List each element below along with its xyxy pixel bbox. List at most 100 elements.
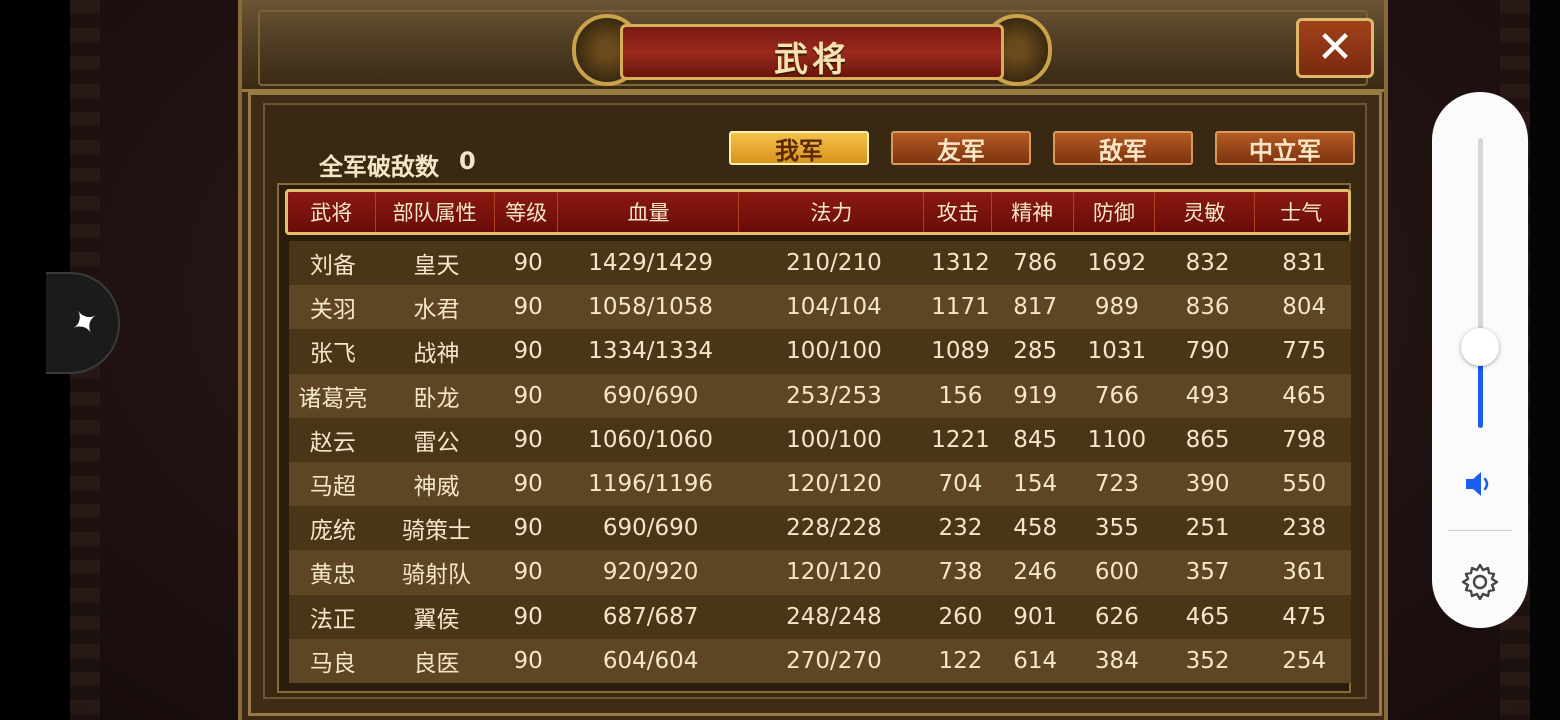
cell-morale: 465 [1282,382,1327,409]
cell-defense: 766 [1094,382,1139,409]
tab-label: 友军 [937,136,985,165]
column-header-level[interactable]: 等级 [495,192,559,232]
cell-attack: 1221 [931,426,990,453]
cell-spirit: 817 [1013,294,1058,321]
cell-morale: 775 [1282,338,1327,365]
cell-general: 法正 [309,606,356,633]
cell-attack: 122 [938,647,983,674]
close-button[interactable]: ✕ [1296,18,1374,78]
table-row[interactable]: 庞统 骑策士 90 690/690 228/228 232 458 355 251 238 [289,506,1351,551]
column-header-morale[interactable]: 士气 [1255,192,1348,232]
table-row[interactable]: 刘备 皇天 90 1429/1429 210/210 1312 786 1692 832 831 [289,241,1351,286]
volume-slider-thumb[interactable] [1461,328,1499,366]
cell-attack: 156 [938,382,983,409]
cell-agility: 832 [1185,250,1230,277]
column-header-hp[interactable]: 血量 [558,192,740,232]
cell-hp: 1060/1060 [588,426,714,453]
cell-level: 90 [513,426,543,453]
cell-general: 黄忠 [309,562,356,589]
cell-attack: 232 [938,515,983,542]
cell-troop-type: 骑策士 [401,518,471,545]
cell-defense: 989 [1094,294,1139,321]
cell-hp: 1196/1196 [588,471,714,498]
cell-mp: 100/100 [786,338,882,365]
cell-mp: 248/248 [786,603,882,630]
tab-enemy-army[interactable]: 敌军 [1053,131,1193,165]
cell-general: 张飞 [309,341,356,368]
cell-level: 90 [513,647,543,674]
cell-hp: 920/920 [602,559,699,586]
generals-table: 武将 部队属性 等级 血量 法力 攻击 精神 防御 灵敏 士气 刘备 皇天 90 14… [277,183,1351,693]
cell-general: 赵云 [309,429,356,456]
cell-defense: 355 [1094,515,1139,542]
cell-general: 诸葛亮 [298,385,368,412]
column-header-troop-type[interactable]: 部队属性 [376,192,495,232]
panel-header: 武将 ✕ [242,0,1384,92]
cell-hp: 1334/1334 [588,338,714,365]
volume-overlay [1432,92,1528,628]
cell-mp: 210/210 [786,250,882,277]
cell-troop-type: 骑射队 [401,562,471,589]
table-row[interactable]: 黄忠 骑射队 90 920/920 120/120 738 246 600 357 361 [289,550,1351,595]
total-kills-label: 全军破敌数 [319,153,439,181]
cell-attack: 260 [938,603,983,630]
generals-panel: 武将 ✕ 全军破敌数 0 我军 友军 敌军 中立军 武将 部队属性 等级 血量 [238,0,1388,720]
table-header: 武将 部队属性 等级 血量 法力 攻击 精神 防御 灵敏 士气 [285,189,1351,235]
cell-agility: 836 [1185,294,1230,321]
tab-our-army[interactable]: 我军 [729,131,869,165]
column-header-defense[interactable]: 防御 [1074,192,1156,232]
cell-level: 90 [513,515,543,542]
cell-agility: 357 [1185,559,1230,586]
cell-agility: 251 [1185,515,1230,542]
title-plate: 武将 [572,14,1052,86]
table-row[interactable]: 关羽 水君 90 1058/1058 104/104 1171 817 989 836 804 [289,285,1351,330]
tab-neutral-army[interactable]: 中立军 [1215,131,1355,165]
cell-spirit: 786 [1013,250,1058,277]
cell-hp: 687/687 [602,603,699,630]
cell-morale: 361 [1282,559,1327,586]
cell-spirit: 285 [1013,338,1058,365]
cell-mp: 120/120 [786,559,882,586]
tab-allied-army[interactable]: 友军 [891,131,1031,165]
cell-general: 马良 [309,650,356,677]
column-header-mp[interactable]: 法力 [739,192,925,232]
cell-attack: 1312 [931,250,990,277]
column-header-attack[interactable]: 攻击 [924,192,993,232]
cell-general: 刘备 [309,253,356,280]
table-row[interactable]: 赵云 雷公 90 1060/1060 100/100 1221 845 1100 865 798 [289,417,1351,462]
table-row[interactable]: 法正 翼侯 90 687/687 248/248 260 901 626 465 475 [289,594,1351,639]
cell-defense: 723 [1094,471,1139,498]
cell-troop-type: 翼侯 [413,606,460,633]
column-header-agility[interactable]: 灵敏 [1155,192,1255,232]
table-row[interactable]: 诸葛亮 卧龙 90 690/690 253/253 156 919 766 493 465 [289,373,1351,418]
table-row[interactable]: 马良 良医 90 604/604 270/270 122 614 384 352 254 [289,638,1351,683]
cell-troop-type: 良医 [413,650,460,677]
right-black-bar [1530,0,1560,720]
cell-spirit: 458 [1013,515,1058,542]
column-header-general[interactable]: 武将 [288,192,376,232]
panel-title: 武将 [774,40,850,80]
cell-mp: 228/228 [786,515,882,542]
cell-hp: 690/690 [602,515,699,542]
cell-troop-type: 皇天 [413,253,460,280]
column-header-spirit[interactable]: 精神 [992,192,1074,232]
cell-attack: 1171 [931,294,990,321]
cell-troop-type: 卧龙 [413,385,460,412]
cell-hp: 604/604 [602,647,699,674]
cell-agility: 865 [1185,426,1230,453]
cell-defense: 626 [1094,603,1139,630]
cell-defense: 384 [1094,647,1139,674]
table-row[interactable]: 马超 神威 90 1196/1196 120/120 704 154 723 390 550 [289,461,1351,507]
cell-agility: 465 [1185,603,1230,630]
cell-level: 90 [513,382,543,409]
gear-icon[interactable] [1458,560,1502,604]
tab-label: 敌军 [1099,136,1147,165]
table-row[interactable]: 张飞 战神 90 1334/1334 100/100 1089 285 1031 790 775 [289,329,1351,374]
cell-troop-type: 雷公 [413,429,460,456]
speaker-icon[interactable] [1464,470,1496,498]
cell-morale: 254 [1282,647,1327,674]
cell-level: 90 [513,250,543,277]
cell-spirit: 614 [1013,647,1058,674]
cell-hp: 1058/1058 [588,294,714,321]
cell-defense: 1692 [1087,250,1147,277]
